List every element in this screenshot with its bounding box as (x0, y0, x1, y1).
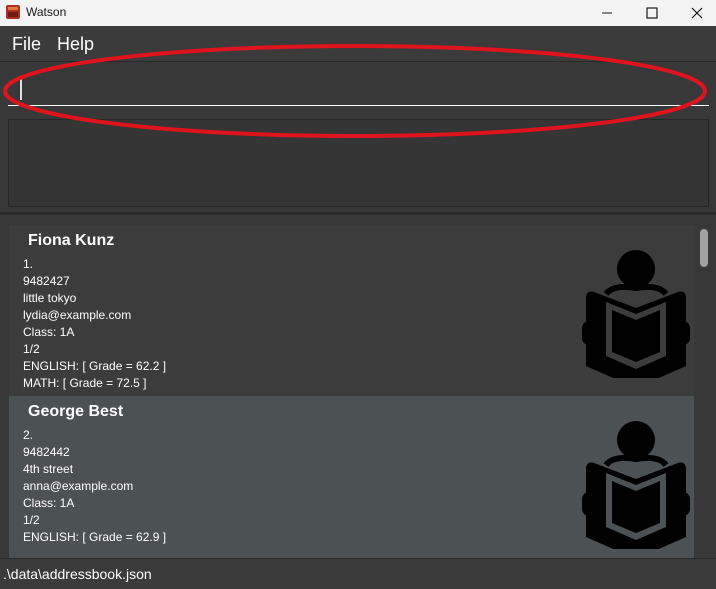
save-file-path: .\data\addressbook.json (3, 566, 152, 582)
student-phone: 9482442 (23, 445, 70, 459)
close-button[interactable] (674, 0, 716, 26)
student-card[interactable]: George Best 2. 9482442 4th street anna@e… (9, 396, 694, 558)
student-attendance: 1/2 (23, 513, 40, 527)
student-address: 4th street (23, 462, 74, 476)
minimize-button[interactable] (584, 0, 630, 26)
student-card[interactable]: Fiona Kunz 1. 9482427 little tokyo lydia… (9, 225, 694, 396)
menu-bar: File Help (0, 26, 716, 62)
student-attendance: 1/2 (23, 342, 40, 356)
student-grade: ENGLISH: [ Grade = 62.2 ] (23, 359, 167, 373)
command-input[interactable] (8, 70, 709, 106)
reading-student-icon (582, 421, 690, 549)
student-grade: MATH: [ Grade = 72.5 ] (23, 376, 147, 390)
student-address: little tokyo (23, 291, 77, 305)
student-details: 2. 9482442 4th street anna@example.com C… (23, 427, 166, 546)
status-bar: .\data\addressbook.json (0, 558, 716, 589)
menu-help[interactable]: Help (57, 34, 94, 55)
student-name: George Best (28, 403, 124, 420)
close-icon (691, 7, 703, 19)
reading-student-icon (582, 250, 690, 378)
student-details: 1. 9482427 little tokyo lydia@example.co… (23, 256, 166, 392)
scrollbar-thumb[interactable] (700, 229, 708, 267)
text-cursor (20, 76, 22, 100)
student-name: Fiona Kunz (28, 232, 115, 249)
student-class: Class: 1A (23, 496, 75, 510)
result-display (8, 119, 709, 207)
maximize-button[interactable] (629, 0, 675, 26)
app-icon (6, 5, 20, 19)
student-index: 1. (23, 257, 34, 271)
student-email: anna@example.com (23, 479, 134, 493)
student-email: lydia@example.com (23, 308, 132, 322)
minimize-icon (602, 12, 612, 14)
student-class: Class: 1A (23, 325, 75, 339)
student-index: 2. (23, 428, 34, 442)
maximize-icon (646, 7, 658, 19)
student-phone: 9482427 (23, 274, 70, 288)
title-bar: Watson (0, 0, 716, 26)
command-box-area (0, 62, 716, 114)
student-list: Fiona Kunz 1. 9482427 little tokyo lydia… (0, 215, 716, 558)
window-title: Watson (26, 5, 67, 19)
student-grade: ENGLISH: [ Grade = 62.9 ] (23, 530, 167, 544)
list-scrollbar[interactable] (696, 225, 710, 558)
menu-file[interactable]: File (12, 34, 41, 55)
result-display-area (0, 114, 716, 214)
